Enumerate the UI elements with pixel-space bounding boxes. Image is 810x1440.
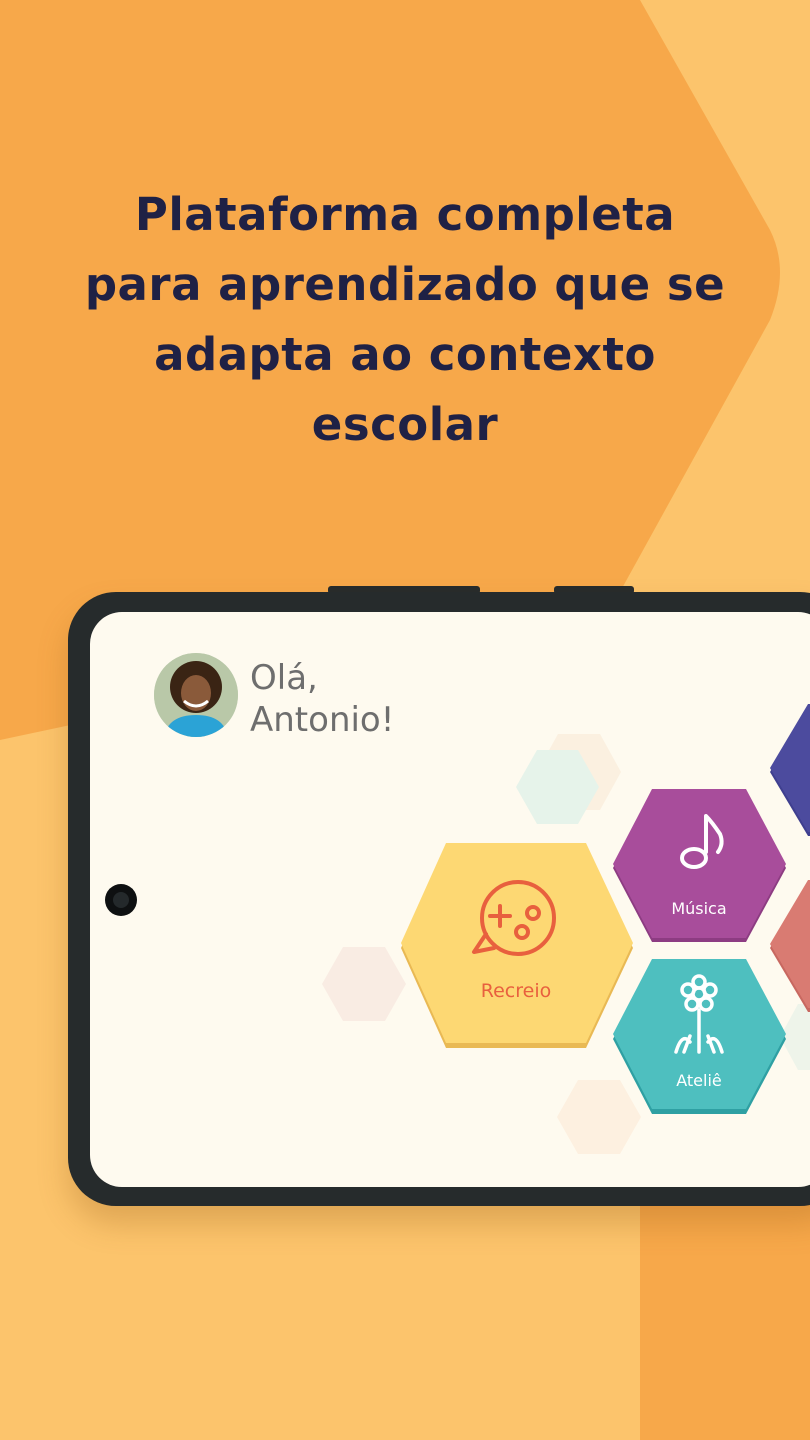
tile-musica-label: Música — [671, 899, 727, 918]
front-camera — [105, 884, 137, 916]
tile-atelie-button[interactable]: Ateliê — [650, 1071, 748, 1090]
tile-recreio-face — [401, 843, 633, 1043]
headline-line: adapta ao contexto — [154, 328, 656, 381]
greeting: Olá, Antonio! — [250, 657, 394, 741]
greeting-line: Olá, — [250, 658, 318, 698]
avatar[interactable] — [154, 653, 238, 737]
tile-recreio-button[interactable]: Recreio — [446, 980, 586, 1002]
headline-line: Plataforma completa — [134, 188, 676, 241]
decorative-hex — [322, 947, 406, 1021]
tile-edge-blue-face — [770, 704, 810, 832]
greeting-name: Antonio! — [250, 700, 395, 740]
headline-line: escolar — [311, 398, 499, 451]
phone-screen: Olá, Antonio! Recreio Música Ateliê — [90, 612, 810, 1187]
avatar-photo — [154, 653, 238, 737]
headline: Plataforma completa para aprendizado que… — [60, 180, 750, 460]
tile-edge-coral-face — [770, 880, 810, 1008]
tile-musica-button[interactable]: Música — [650, 899, 748, 918]
tile-atelie-label: Ateliê — [676, 1071, 722, 1090]
headline-line: para aprendizado que se — [84, 258, 726, 311]
tile-recreio-label: Recreio — [480, 980, 552, 1002]
decorative-hex — [557, 1080, 641, 1154]
